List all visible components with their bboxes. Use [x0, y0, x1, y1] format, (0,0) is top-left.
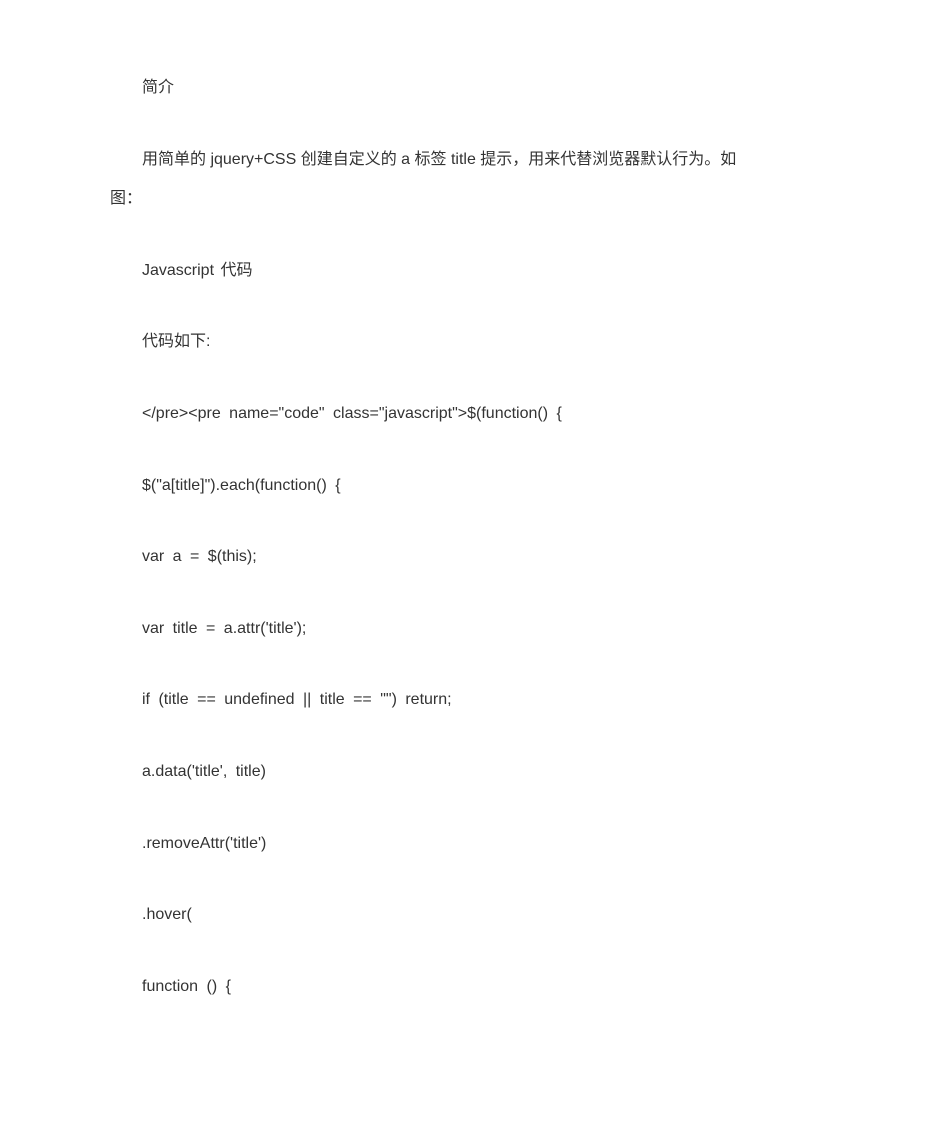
- code-line-4: var title = a.attr('title');: [110, 616, 835, 642]
- code-line-5: if (title == undefined || title == "") r…: [110, 687, 835, 713]
- description-line-2: 图：: [110, 186, 835, 212]
- intro-heading: 简介: [110, 75, 835, 101]
- document-page: 简介 用简单的 jquery+CSS 创建自定义的 a 标签 title 提示，…: [0, 0, 945, 1085]
- code-line-6: a.data('title', title): [110, 759, 835, 785]
- code-line-9: function () {: [110, 974, 835, 1000]
- description-line-1: 用简单的 jquery+CSS 创建自定义的 a 标签 title 提示，用来代…: [110, 147, 835, 173]
- description-paragraph: 用简单的 jquery+CSS 创建自定义的 a 标签 title 提示，用来代…: [110, 147, 835, 212]
- javascript-heading: Javascript 代码: [110, 258, 835, 284]
- code-line-1: </pre><pre name="code" class="javascript…: [110, 401, 835, 427]
- code-line-7: .removeAttr('title'): [110, 831, 835, 857]
- code-intro: 代码如下:: [110, 329, 835, 355]
- code-line-8: .hover(: [110, 902, 835, 928]
- code-line-2: $("a[title]").each(function() {: [110, 473, 835, 499]
- code-line-3: var a = $(this);: [110, 544, 835, 570]
